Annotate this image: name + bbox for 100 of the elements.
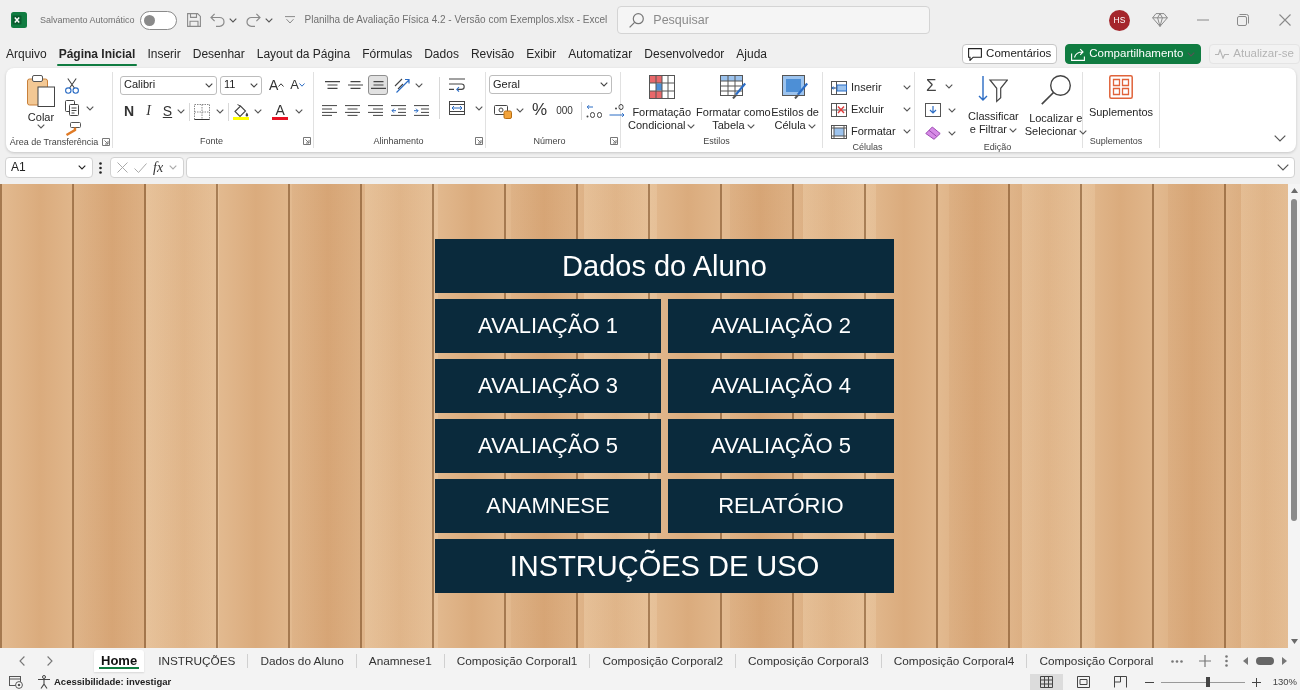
underline-button[interactable]: S (157, 101, 178, 122)
fill-down-icon[interactable] (925, 103, 941, 117)
normal-view-button[interactable] (1029, 674, 1063, 690)
borders-icon[interactable] (194, 103, 211, 120)
number-format-dropdown[interactable]: Geral (489, 75, 612, 94)
increase-indent-icon[interactable] (414, 105, 429, 116)
font-name-dropdown[interactable]: Calibri (120, 75, 217, 95)
ribbon-tab[interactable]: Fórmulas (356, 41, 419, 67)
menu-button[interactable]: RELATÓRIO (668, 479, 894, 533)
user-avatar[interactable]: HS (1109, 9, 1130, 31)
caret-icon[interactable] (254, 109, 263, 114)
scroll-down-icon[interactable] (1290, 639, 1298, 644)
ribbon-tab[interactable]: Dados (418, 41, 465, 67)
scrollbar-thumb[interactable] (1256, 657, 1275, 665)
sheet-tab[interactable]: Dados do Aluno (248, 650, 356, 672)
merge-cells-icon[interactable] (449, 101, 465, 115)
align-right-icon[interactable] (368, 105, 383, 116)
ribbon-tab[interactable]: Exibir (520, 41, 563, 67)
restore-icon[interactable] (1237, 14, 1249, 26)
grow-font-button[interactable]: A (266, 75, 288, 95)
find-select-button[interactable]: Localizar e Selecionar (1024, 75, 1087, 142)
scroll-up-icon[interactable] (1290, 188, 1298, 193)
format-as-table-button[interactable]: Formatar como Tabela (696, 75, 771, 132)
accounting-format-icon[interactable] (494, 102, 512, 119)
insert-cells-button[interactable]: Inserir (831, 77, 911, 98)
ribbon-tab[interactable]: Página Inicial (52, 41, 142, 67)
increase-decimal-icon[interactable] (585, 103, 602, 118)
fill-color-icon[interactable] (233, 103, 250, 120)
format-painter-icon[interactable] (65, 122, 81, 136)
align-left-icon[interactable] (322, 105, 337, 116)
scroll-right-icon[interactable] (1282, 657, 1288, 665)
menu-button[interactable]: INSTRUÇÕES DE USO (435, 539, 894, 593)
accessibility-status[interactable]: Acessibilidade: investigar (54, 676, 172, 688)
italic-button[interactable]: I (139, 101, 158, 122)
next-sheet-icon[interactable] (47, 656, 53, 666)
customize-toolbar-icon[interactable] (284, 16, 295, 24)
orientation-icon[interactable] (394, 77, 410, 93)
add-ins-button[interactable]: Suplementos (1088, 75, 1154, 119)
comments-button[interactable]: Comentários (962, 44, 1058, 64)
conditional-formatting-button[interactable]: Formatação Condicional (628, 75, 696, 132)
menu-button[interactable]: AVALIAÇÃO 2 (668, 299, 894, 353)
save-icon[interactable] (186, 13, 201, 27)
menu-button[interactable]: AVALIAÇÃO 5 (668, 419, 894, 473)
insert-function-button[interactable]: fx (153, 160, 164, 175)
sheet-tab[interactable]: Composição Corporal1 (444, 650, 590, 672)
shrink-font-button[interactable]: A (287, 75, 308, 95)
ribbon-tab[interactable]: Ajuda (730, 41, 774, 67)
sheet-tab[interactable]: Anamnese1 (356, 650, 444, 672)
autosave-toggle[interactable] (139, 10, 177, 30)
zoom-slider-thumb[interactable] (1205, 677, 1210, 687)
caret-icon[interactable] (264, 17, 273, 23)
percent-style-button[interactable]: % (524, 100, 553, 121)
sort-filter-button[interactable]: Classificar e Filtrar (968, 75, 1019, 142)
decrease-decimal-icon[interactable] (608, 103, 625, 118)
dialog-launcher-icon[interactable] (610, 137, 618, 145)
collapse-ribbon-icon[interactable] (1274, 135, 1286, 142)
diamond-icon[interactable] (1152, 13, 1168, 27)
close-icon[interactable] (1279, 14, 1291, 26)
font-color-button[interactable]: A (270, 103, 291, 120)
format-cells-button[interactable]: Formatar (831, 121, 911, 142)
scrollbar-thumb[interactable] (1291, 199, 1297, 521)
sheet-tab[interactable]: Home (94, 650, 145, 672)
autosum-button[interactable]: Σ (923, 76, 940, 96)
formula-input[interactable] (186, 157, 1295, 178)
redo-icon[interactable] (245, 13, 261, 27)
dialog-launcher-icon[interactable] (475, 137, 483, 145)
more-options-icon[interactable] (99, 161, 102, 174)
macro-record-icon[interactable] (9, 675, 23, 689)
sheet-tab[interactable]: Composição Corporal4 (881, 650, 1027, 672)
menu-button[interactable]: AVALIAÇÃO 4 (668, 359, 894, 413)
sheet-tab[interactable]: Composição Corporal3 (736, 650, 881, 672)
dialog-launcher-icon[interactable] (102, 138, 110, 146)
caret-icon[interactable] (415, 82, 423, 88)
caret-icon[interactable] (228, 17, 237, 23)
ribbon-tab[interactable]: Layout da Página (250, 41, 357, 67)
ribbon-tab[interactable]: Revisão (464, 41, 521, 67)
decrease-indent-icon[interactable] (391, 105, 406, 116)
more-sheets-icon[interactable] (1171, 659, 1184, 663)
ribbon-tab[interactable]: Automatizar (562, 41, 639, 67)
zoom-level[interactable]: 130% (1272, 676, 1297, 688)
scissors-icon[interactable] (65, 78, 79, 94)
share-button[interactable]: Compartilhamento (1065, 44, 1202, 64)
eraser-icon[interactable] (925, 126, 941, 140)
align-bottom-button[interactable] (368, 75, 388, 95)
caret-icon[interactable] (295, 109, 304, 114)
dialog-launcher-icon[interactable] (303, 137, 311, 145)
font-size-dropdown[interactable]: 11 (220, 75, 262, 95)
caret-icon[interactable] (86, 105, 94, 111)
expand-icon[interactable] (1277, 164, 1289, 171)
previous-sheet-icon[interactable] (19, 656, 25, 666)
align-center-icon[interactable] (345, 105, 360, 116)
undo-icon[interactable] (209, 13, 225, 27)
caret-icon[interactable] (516, 108, 524, 113)
caret-icon[interactable] (944, 83, 953, 89)
menu-button[interactable]: AVALIAÇÃO 1 (435, 299, 661, 353)
delete-cells-button[interactable]: Excluir (831, 99, 911, 120)
add-sheet-icon[interactable] (1199, 655, 1212, 667)
bold-button[interactable]: N (120, 101, 140, 122)
wrap-text-icon[interactable] (449, 78, 465, 92)
sheet-tab[interactable]: Composição Corporal2 (590, 650, 736, 672)
